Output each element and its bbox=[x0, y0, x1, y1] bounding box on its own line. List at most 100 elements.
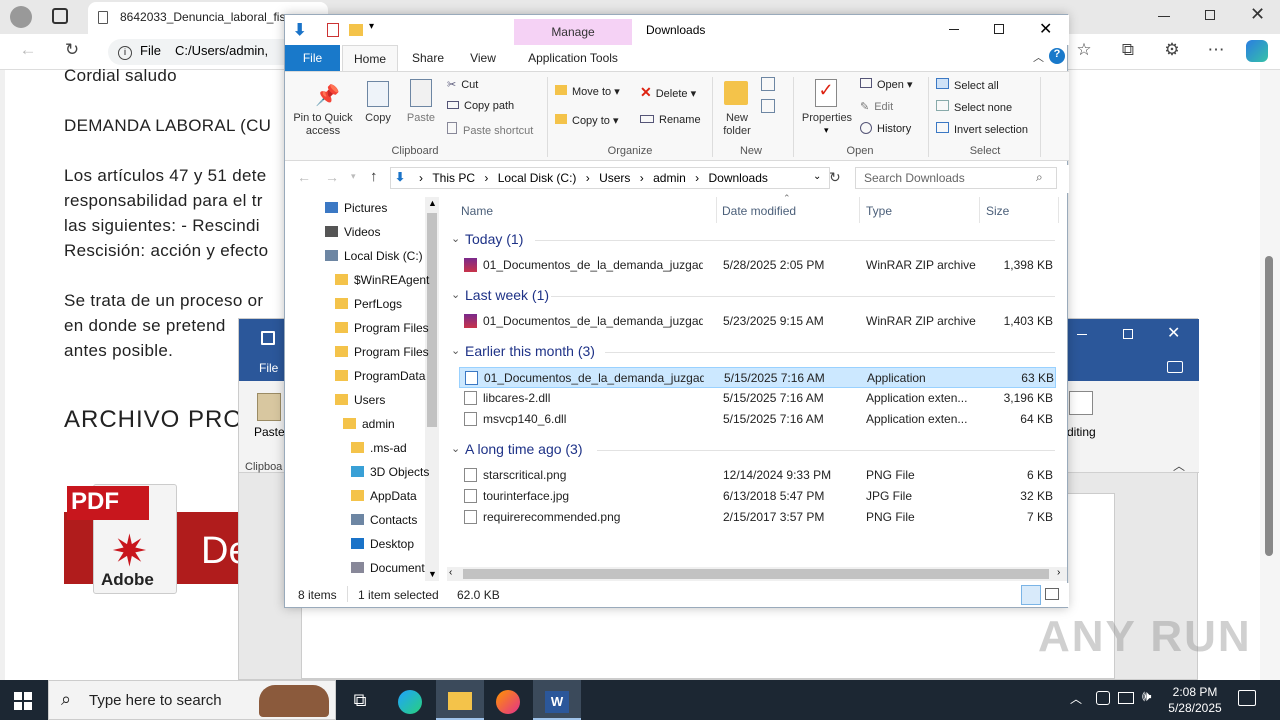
word-paste-icon[interactable] bbox=[257, 393, 281, 421]
favorites-icon[interactable]: ☆ bbox=[1072, 40, 1096, 60]
word-paste-label[interactable]: Paste bbox=[254, 425, 285, 439]
breadcrumb-downloads[interactable]: Downloads bbox=[709, 171, 768, 185]
large-icons-view-icon[interactable] bbox=[1045, 588, 1059, 600]
word-taskbar-icon[interactable]: W bbox=[533, 680, 581, 720]
edit-button[interactable]: ✎ Edit bbox=[860, 100, 893, 113]
breadcrumb-local-disk[interactable]: Local Disk (C:) bbox=[498, 171, 577, 185]
network-icon[interactable] bbox=[1118, 692, 1134, 704]
tray-app-icon[interactable] bbox=[1096, 691, 1110, 705]
column-separator[interactable] bbox=[1058, 197, 1059, 223]
minimize-icon[interactable] bbox=[1158, 16, 1170, 17]
word-file-tab[interactable]: File bbox=[259, 361, 278, 375]
extensions-icon[interactable]: ⚙ bbox=[1160, 40, 1184, 60]
task-view-icon[interactable]: ⧉ bbox=[336, 680, 384, 720]
breadcrumb-this-pc[interactable]: This PC bbox=[432, 171, 475, 185]
column-separator[interactable] bbox=[716, 197, 717, 223]
notifications-icon[interactable] bbox=[1238, 690, 1256, 706]
tray-chevron-icon[interactable]: ︿ bbox=[1070, 690, 1082, 707]
group-header[interactable]: A long time ago (3) bbox=[465, 441, 583, 457]
tree-item[interactable]: $WinREAgent bbox=[335, 273, 429, 287]
file-explorer-taskbar-icon[interactable] bbox=[436, 680, 484, 720]
word-restore-icon[interactable] bbox=[1123, 329, 1133, 339]
breadcrumb-users[interactable]: Users bbox=[599, 171, 630, 185]
tree-scroll-down-icon[interactable]: ▼ bbox=[428, 569, 437, 579]
tree-item[interactable]: .ms-ad bbox=[351, 441, 407, 455]
word-minimize-icon[interactable] bbox=[1077, 334, 1087, 335]
refresh-path-icon[interactable]: ↻ bbox=[829, 169, 841, 186]
properties-dropdown-icon[interactable]: ▾ bbox=[824, 125, 829, 136]
navigation-pane-scroll-thumb[interactable] bbox=[427, 213, 437, 427]
recent-locations-icon[interactable]: ▾ bbox=[351, 171, 356, 182]
search-icon[interactable]: ⌕ bbox=[1036, 170, 1043, 185]
tree-item[interactable]: Program Files bbox=[335, 321, 429, 335]
file-row[interactable]: 01_Documentos_de_la_demanda_juzgad... 5/2… bbox=[459, 255, 1056, 276]
column-separator[interactable] bbox=[979, 197, 980, 223]
rename-button[interactable]: Rename bbox=[640, 114, 701, 126]
column-header-size[interactable]: Size bbox=[986, 204, 1009, 218]
tree-item[interactable]: Local Disk (C:) bbox=[325, 249, 423, 263]
document-scroll-thumb[interactable] bbox=[1265, 256, 1273, 556]
group-header[interactable]: Earlier this month (3) bbox=[465, 343, 595, 359]
collections-icon[interactable]: ⧉ bbox=[1116, 40, 1140, 60]
file-row[interactable]: starscritical.png 12/14/2024 9:33 PM PNG F… bbox=[459, 465, 1056, 486]
path-dropdown-icon[interactable]: ⌄ bbox=[813, 171, 821, 182]
paste-button[interactable]: Paste bbox=[403, 112, 439, 124]
file-explorer-window[interactable]: ⬇ ▾ Manage Downloads ✕ File Home Share V… bbox=[284, 14, 1069, 608]
tree-item[interactable]: Users bbox=[335, 393, 385, 407]
qat-dropdown-icon[interactable]: ▾ bbox=[369, 21, 374, 32]
pin-to-quick-access-button[interactable]: Pin to Quick access bbox=[289, 112, 357, 138]
file-row[interactable]: 01_Documentos_de_la_demanda_juzgad... 5/2… bbox=[459, 311, 1056, 332]
tab-view[interactable]: View bbox=[459, 45, 507, 71]
more-icon[interactable]: ⋯ bbox=[1204, 40, 1228, 60]
taskbar-search-input[interactable]: Type here to search bbox=[89, 692, 222, 709]
easy-access-icon[interactable] bbox=[761, 99, 775, 113]
group-collapse-icon[interactable]: ⌄ bbox=[451, 442, 460, 455]
tree-item[interactable]: Desktop bbox=[351, 537, 414, 551]
tree-item[interactable]: AppData bbox=[351, 489, 417, 503]
start-windows-icon[interactable] bbox=[14, 692, 32, 710]
word-find-icon[interactable] bbox=[1069, 391, 1093, 415]
help-icon[interactable]: ? bbox=[1049, 48, 1065, 64]
tree-item[interactable]: admin bbox=[343, 417, 395, 431]
select-none-button[interactable]: Select none bbox=[936, 100, 1012, 114]
edge-icon[interactable] bbox=[386, 680, 434, 720]
hscroll-right-icon[interactable]: › bbox=[1057, 567, 1060, 578]
tree-scroll-up-icon[interactable]: ▲ bbox=[428, 198, 437, 208]
column-header-date[interactable]: Date modified bbox=[722, 204, 796, 218]
word-save-icon[interactable] bbox=[261, 331, 275, 345]
volume-icon[interactable]: 🕪 bbox=[1142, 688, 1151, 705]
back-icon[interactable]: ← bbox=[16, 40, 40, 60]
copy-path-button[interactable]: Copy path bbox=[447, 100, 514, 112]
tab-actions-icon[interactable] bbox=[52, 8, 68, 24]
tree-item[interactable]: 3D Objects bbox=[351, 465, 429, 479]
properties-qat-icon[interactable] bbox=[327, 23, 339, 37]
firefox-icon[interactable] bbox=[484, 680, 532, 720]
tree-item[interactable]: ProgramData bbox=[335, 369, 425, 383]
new-item-icon[interactable] bbox=[761, 77, 775, 91]
close-icon[interactable]: ✕ bbox=[1250, 4, 1265, 25]
hscroll-left-icon[interactable]: ‹ bbox=[449, 567, 452, 578]
quick-access-down-icon[interactable]: ⬇ bbox=[293, 20, 306, 40]
new-folder-button[interactable]: New folder bbox=[717, 112, 757, 138]
tree-item[interactable]: Program Files bbox=[335, 345, 429, 359]
group-collapse-icon[interactable]: ⌄ bbox=[451, 344, 460, 357]
profile-icon[interactable] bbox=[10, 6, 32, 28]
search-box[interactable]: Search Downloads ⌕ bbox=[855, 167, 1057, 189]
cut-button[interactable]: ✂ Cut bbox=[447, 78, 478, 91]
refresh-icon[interactable]: ↻ bbox=[60, 40, 84, 60]
restore-icon[interactable] bbox=[1205, 10, 1215, 20]
history-button[interactable]: History bbox=[860, 122, 911, 135]
paste-shortcut-button[interactable]: Paste shortcut bbox=[447, 122, 533, 137]
search-input[interactable]: Search Downloads bbox=[864, 171, 965, 185]
nav-back-icon[interactable]: ← bbox=[297, 169, 311, 185]
system-clock[interactable]: 2:08 PM 5/28/2025 bbox=[1160, 684, 1230, 716]
address-path-bar[interactable]: ⬇ › This PC › Local Disk (C:) › Users › … bbox=[390, 167, 830, 189]
nav-forward-icon[interactable]: → bbox=[325, 169, 339, 185]
taskbar-search[interactable]: ⌕ Type here to search bbox=[48, 680, 336, 720]
column-header-name[interactable]: Name bbox=[461, 204, 493, 218]
new-folder-qat-icon[interactable] bbox=[349, 24, 363, 36]
file-row[interactable]: requirerecommended.png 2/15/2017 3:57 PM P… bbox=[459, 507, 1056, 528]
nav-up-icon[interactable]: ↑ bbox=[370, 168, 378, 185]
copy-button[interactable]: Copy bbox=[361, 112, 395, 124]
group-collapse-icon[interactable]: ⌄ bbox=[451, 232, 460, 245]
